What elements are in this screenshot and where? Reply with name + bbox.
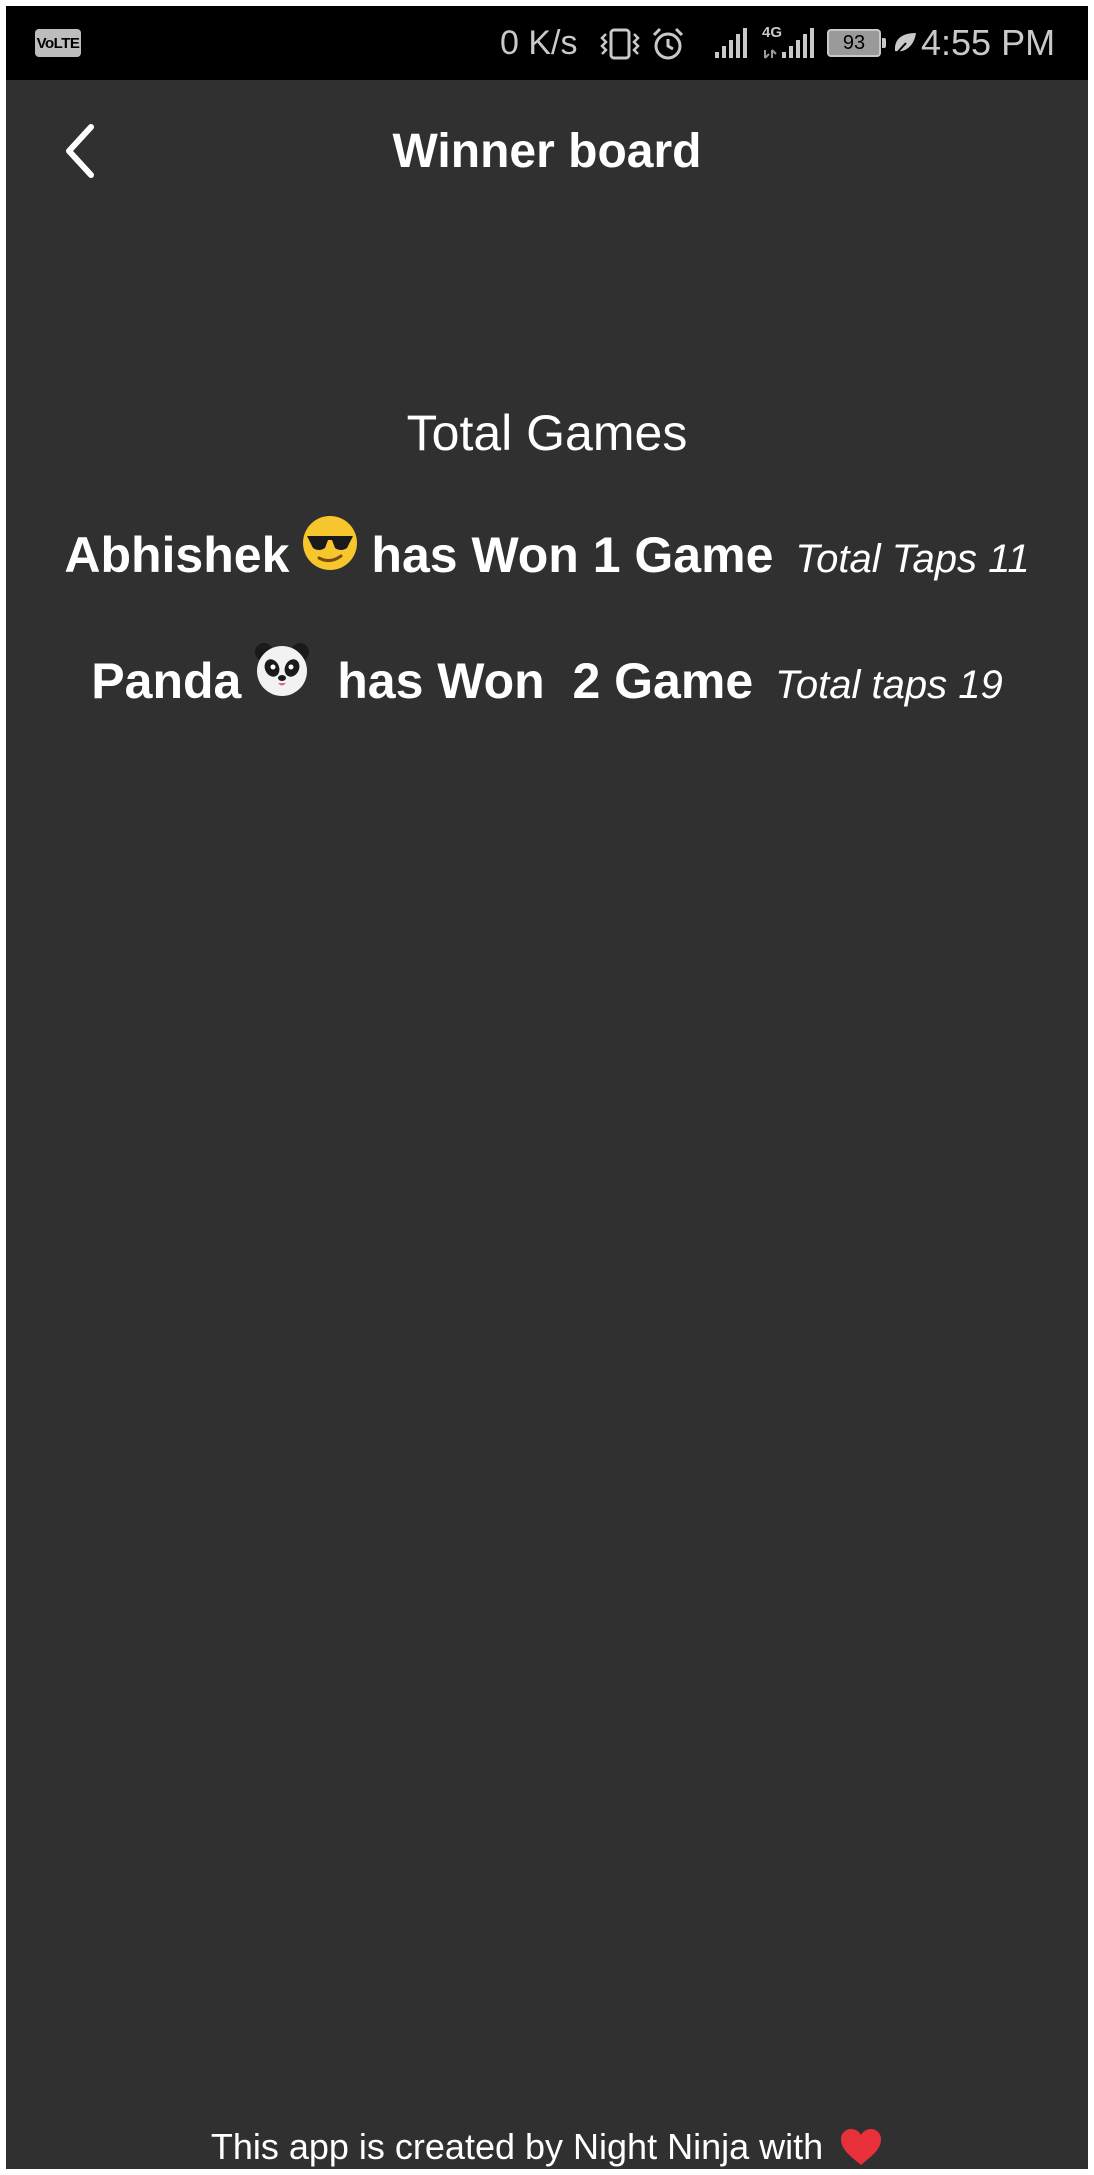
footer-text: This app is created by Night Ninja with	[210, 2126, 824, 2167]
sunglasses-face-icon	[303, 516, 358, 570]
volte-icon: VoLTE	[35, 29, 81, 57]
winner-taps: Total Taps 11	[795, 537, 1030, 581]
section-title: Total Games	[406, 405, 688, 461]
status-clock: 4:55 PM	[921, 22, 1056, 63]
leaf-icon	[894, 33, 916, 56]
winner-result: has Won 2 Game	[323, 653, 754, 709]
status-bar: VoLTE 0 K/s 4G 93 4:55 PM	[6, 6, 1088, 80]
signal-strength-icon	[715, 28, 747, 58]
winner-name: Abhishek	[64, 527, 290, 583]
winner-row: Panda has Won 2 Game Total taps 19	[6, 640, 1088, 710]
battery-icon: 93	[827, 29, 886, 57]
alarm-icon	[652, 27, 684, 60]
app-screen: VoLTE 0 K/s 4G 93 4:55 PM Winner board T…	[6, 6, 1088, 2169]
network-speed: 0 K/s	[500, 23, 578, 62]
page-title: Winner board	[392, 125, 702, 178]
winner-row: Abhishek has Won 1 Game Total Taps 11	[6, 514, 1088, 584]
winner-taps: Total taps 19	[775, 663, 1003, 707]
footer-credit: This app is created by Night Ninja with	[6, 2126, 1088, 2168]
winner-result: has Won 1 Game	[371, 527, 774, 583]
signal-strength-icon-2	[764, 28, 814, 59]
panda-face-icon	[255, 643, 310, 696]
vibrate-icon	[600, 28, 640, 60]
red-heart-icon	[841, 2129, 882, 2165]
winner-name: Panda	[91, 653, 242, 709]
